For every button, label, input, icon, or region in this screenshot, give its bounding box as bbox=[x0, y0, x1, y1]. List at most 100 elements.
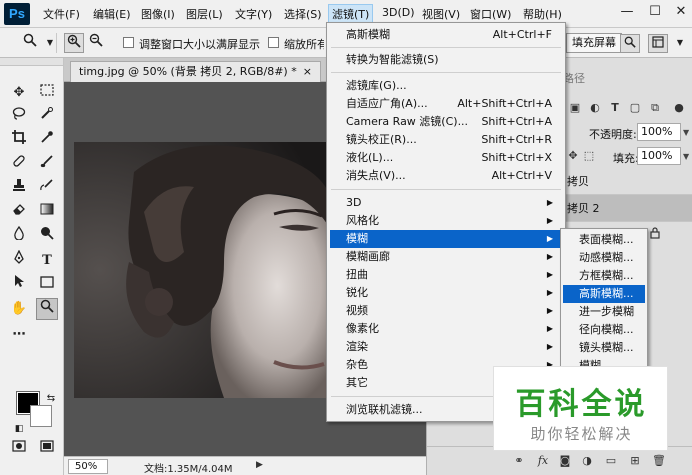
zoom-tool-icon[interactable] bbox=[36, 298, 58, 320]
menu-edit[interactable]: 编辑(E) bbox=[93, 6, 131, 22]
fill-screen-button[interactable]: 填充屏幕 bbox=[566, 33, 622, 53]
menu-item-pixelate[interactable]: 像素化 ▶ bbox=[330, 320, 562, 338]
crop-tool-icon[interactable] bbox=[8, 130, 30, 152]
menu-item-liquify[interactable]: 液化(L)... Shift+Ctrl+X bbox=[330, 149, 562, 167]
menu-item-blur[interactable]: 模糊 ▶ bbox=[330, 230, 562, 248]
filter-toggle-icon[interactable]: ● bbox=[671, 100, 687, 116]
eraser-tool-icon[interactable] bbox=[8, 202, 30, 224]
rectangle-tool-icon[interactable] bbox=[36, 274, 58, 296]
zoom-out-icon[interactable] bbox=[86, 33, 106, 53]
adjustment-layer-icon[interactable]: ◑ bbox=[579, 453, 595, 469]
fx-icon[interactable]: fx bbox=[535, 453, 551, 469]
lock-artboard-icon[interactable]: ⬚ bbox=[581, 148, 597, 164]
type-tool-icon[interactable]: T bbox=[36, 250, 58, 272]
swap-colors-icon[interactable]: ⇆ bbox=[40, 388, 62, 410]
adjustment-filter-icon[interactable]: ◐ bbox=[587, 100, 603, 116]
submenu-item-blur-more[interactable]: 进一步模糊 bbox=[563, 303, 645, 321]
close-tab-icon[interactable]: × bbox=[303, 65, 312, 78]
menu-item-last-filter[interactable]: 高斯模糊 Alt+Ctrl+F bbox=[330, 26, 562, 44]
menu-item-convert-smart-filter[interactable]: 转换为智能滤镜(S) bbox=[330, 51, 562, 69]
pen-tool-icon[interactable] bbox=[8, 249, 30, 272]
menu-item-vanishing-point[interactable]: 消失点(V)... Alt+Ctrl+V bbox=[330, 167, 562, 185]
document-photo[interactable] bbox=[74, 142, 332, 398]
menu-item-camera-raw[interactable]: Camera Raw 滤镜(C)... Shift+Ctrl+A bbox=[330, 113, 562, 131]
chevron-down-icon[interactable]: ▼ bbox=[683, 128, 689, 137]
zoom-tool-icon[interactable] bbox=[20, 33, 40, 53]
menu-item-render[interactable]: 渲染 ▶ bbox=[330, 338, 562, 356]
menu-item-adaptive-wide-angle[interactable]: 自适应广角(A)... Alt+Shift+Ctrl+A bbox=[330, 95, 562, 113]
dodge-tool-icon[interactable] bbox=[36, 226, 58, 248]
clone-stamp-tool-icon[interactable] bbox=[8, 178, 30, 200]
search-icon[interactable] bbox=[620, 34, 640, 53]
paths-tab[interactable]: 路径 bbox=[563, 70, 585, 86]
submenu-item-gaussian-blur[interactable]: 高斯模糊... bbox=[563, 285, 645, 303]
add-mask-icon[interactable]: ◙ bbox=[557, 453, 573, 469]
menu-item-lens-correction[interactable]: 镜头校正(R)... Shift+Ctrl+R bbox=[330, 131, 562, 149]
new-group-icon[interactable]: ▭ bbox=[603, 453, 619, 469]
history-brush-tool-icon[interactable] bbox=[36, 178, 58, 200]
menu-item-video[interactable]: 视频 ▶ bbox=[330, 302, 562, 320]
submenu-item-motion-blur[interactable]: 动感模糊... bbox=[563, 249, 645, 267]
chevron-down-icon[interactable]: ▼ bbox=[670, 33, 690, 53]
close-icon[interactable]: ✕ bbox=[674, 5, 688, 19]
workspace-icon[interactable] bbox=[648, 34, 668, 53]
move-tool-icon[interactable]: ✥ bbox=[8, 82, 30, 104]
more-tools-icon[interactable]: ⋯ bbox=[8, 324, 30, 346]
menu-item-stylize[interactable]: 风格化 ▶ bbox=[330, 212, 562, 230]
submenu-item-surface-blur[interactable]: 表面模糊... bbox=[563, 231, 645, 249]
zoom-all-checkbox[interactable] bbox=[268, 37, 279, 48]
zoom-level-field[interactable]: 50% bbox=[68, 459, 108, 474]
menu-type[interactable]: 文字(Y) bbox=[235, 6, 272, 22]
chevron-down-icon[interactable]: ▼ bbox=[683, 152, 689, 161]
submenu-item-lens-blur[interactable]: 镜头模糊... bbox=[563, 339, 645, 357]
menu-help[interactable]: 帮助(H) bbox=[523, 6, 562, 22]
menu-image[interactable]: 图像(I) bbox=[141, 6, 175, 22]
menu-window[interactable]: 窗口(W) bbox=[470, 6, 511, 22]
quick-select-tool-icon[interactable] bbox=[36, 106, 58, 128]
shape-filter-icon[interactable]: ▢ bbox=[627, 100, 643, 116]
lock-position-icon[interactable]: ✥ bbox=[565, 148, 581, 164]
layer-row-selected[interactable]: 拷贝 2 bbox=[563, 195, 692, 222]
lasso-tool-icon[interactable] bbox=[8, 106, 30, 128]
submenu-item-box-blur[interactable]: 方框模糊... bbox=[563, 267, 645, 285]
maximize-icon[interactable]: ☐ bbox=[648, 5, 662, 19]
link-layers-icon[interactable]: ⚭ bbox=[511, 453, 527, 469]
menu-select[interactable]: 选择(S) bbox=[284, 6, 322, 22]
resize-windows-checkbox[interactable] bbox=[123, 37, 134, 48]
status-menu-arrow-icon[interactable]: ▶ bbox=[256, 460, 263, 470]
menu-layer[interactable]: 图层(L) bbox=[186, 6, 223, 22]
menu-item-3d[interactable]: 3D ▶ bbox=[330, 194, 562, 212]
hand-tool-icon[interactable]: ✋ bbox=[8, 298, 30, 320]
menu-item-filter-gallery[interactable]: 滤镜库(G)... bbox=[330, 77, 562, 95]
submenu-item-radial-blur[interactable]: 径向模糊... bbox=[563, 321, 645, 339]
menu-filter[interactable]: 滤镜(T) bbox=[328, 4, 374, 24]
marquee-tool-icon[interactable] bbox=[36, 82, 58, 104]
zoom-in-icon[interactable] bbox=[64, 33, 84, 53]
quick-mask-icon[interactable] bbox=[8, 438, 30, 460]
gradient-tool-icon[interactable] bbox=[36, 202, 58, 224]
menu-view[interactable]: 视图(V) bbox=[422, 6, 460, 22]
type-filter-icon[interactable]: T bbox=[607, 100, 623, 116]
minimize-icon[interactable]: — bbox=[620, 5, 634, 19]
menu-file[interactable]: 文件(F) bbox=[43, 6, 80, 22]
menu-item-blur-gallery[interactable]: 模糊画廊 ▶ bbox=[330, 248, 562, 266]
eyedropper-tool-icon[interactable] bbox=[36, 130, 58, 152]
new-layer-icon[interactable]: ⊞ bbox=[627, 453, 643, 469]
menu-item-sharpen[interactable]: 锐化 ▶ bbox=[330, 284, 562, 302]
trash-icon[interactable]: 🗑 bbox=[651, 453, 667, 469]
chevron-down-icon[interactable]: ▼ bbox=[40, 33, 60, 53]
default-colors-icon[interactable]: ◧ bbox=[8, 418, 30, 440]
healing-brush-tool-icon[interactable] bbox=[8, 154, 30, 176]
blur-tool-icon[interactable] bbox=[8, 225, 30, 248]
fill-field[interactable]: 100% bbox=[637, 147, 681, 165]
brush-tool-icon[interactable] bbox=[36, 154, 58, 176]
smart-object-filter-icon[interactable]: ⧉ bbox=[647, 100, 663, 116]
screen-mode-icon[interactable] bbox=[36, 438, 58, 460]
layer-row[interactable]: 拷贝 bbox=[563, 168, 692, 195]
pixel-filter-icon[interactable]: ▣ bbox=[567, 100, 583, 116]
document-tab[interactable]: timg.jpg @ 50% (背景 拷贝 2, RGB/8#) * × bbox=[70, 61, 321, 82]
opacity-field[interactable]: 100% bbox=[637, 123, 681, 141]
path-select-tool-icon[interactable] bbox=[8, 274, 30, 296]
menu-3d[interactable]: 3D(D) bbox=[382, 6, 415, 19]
menu-item-distort[interactable]: 扭曲 ▶ bbox=[330, 266, 562, 284]
